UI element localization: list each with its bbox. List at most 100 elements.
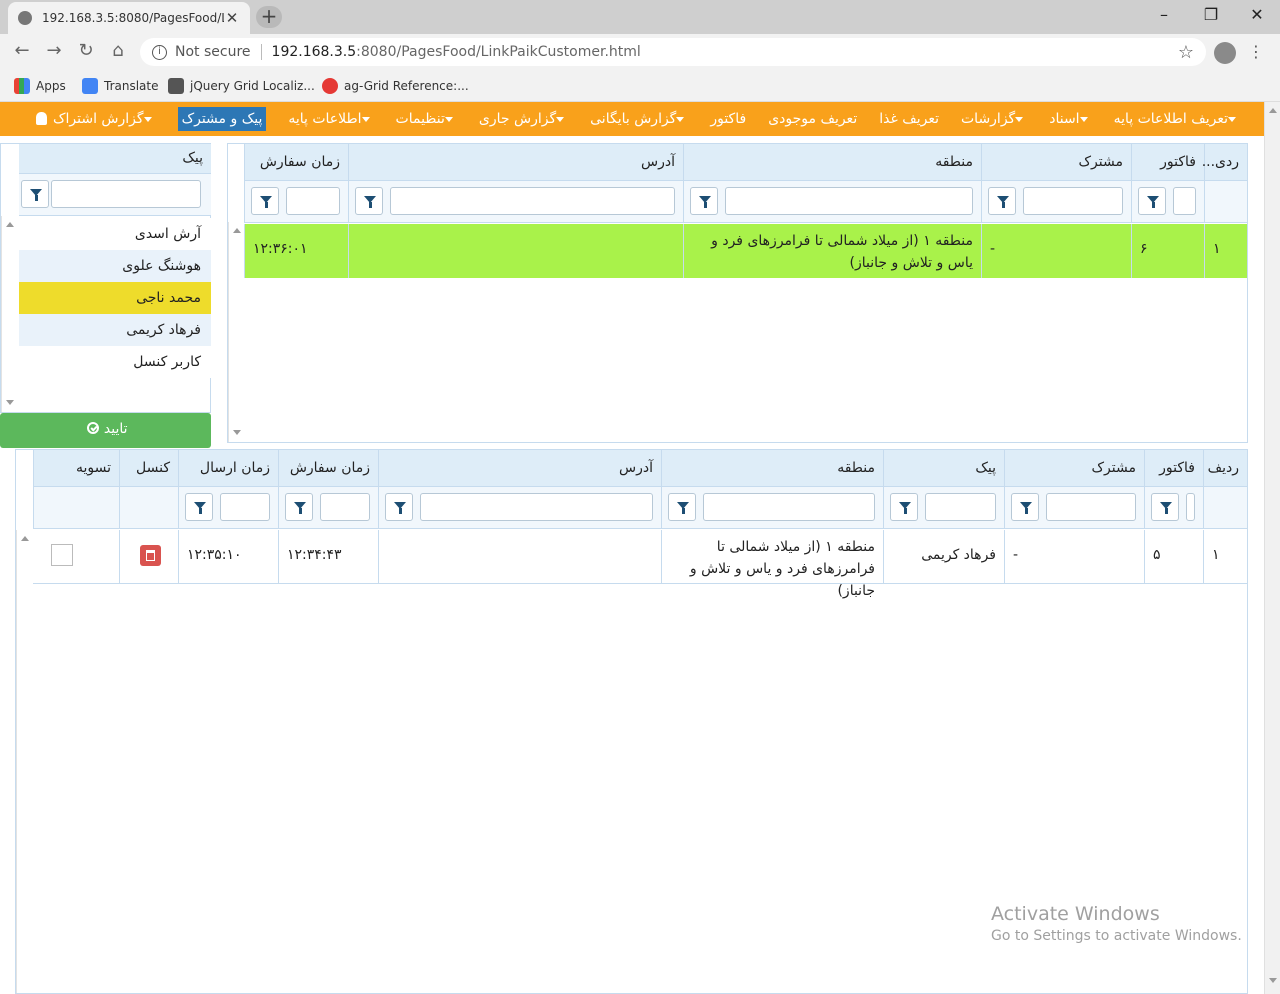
filter-input[interactable] — [320, 493, 370, 521]
column-header[interactable]: منطقه — [661, 450, 883, 486]
minimize-icon[interactable]: – — [1141, 4, 1187, 28]
filter-input[interactable] — [220, 493, 270, 521]
filter-button[interactable] — [185, 493, 213, 521]
filter-button[interactable] — [890, 493, 918, 521]
filter-input[interactable] — [703, 493, 875, 521]
courier-column-header[interactable]: پیک — [19, 144, 211, 174]
bookmark-ag-grid[interactable]: ag-Grid Reference:... — [322, 76, 469, 96]
column-header[interactable]: تسویه — [33, 450, 119, 486]
filter-input[interactable] — [286, 187, 340, 215]
scroll-down-icon[interactable] — [6, 400, 14, 405]
nav-item[interactable]: اسناد — [1049, 111, 1091, 127]
bookmark-star-icon[interactable]: ☆ — [1178, 42, 1194, 63]
column-header[interactable]: مشترک — [1004, 450, 1144, 486]
nav-item[interactable]: گزارش جاری — [479, 111, 568, 127]
scroll-up-icon[interactable] — [233, 228, 241, 233]
scroll-down-icon[interactable] — [233, 430, 241, 435]
assigned-scrollbar[interactable] — [16, 530, 32, 993]
restore-icon[interactable]: ❐ — [1188, 4, 1234, 28]
scroll-up-icon[interactable] — [21, 536, 29, 541]
scroll-down-icon[interactable] — [1269, 978, 1277, 983]
page-scrollbar[interactable] — [1264, 102, 1280, 994]
filter-input[interactable] — [390, 187, 675, 215]
filter-button[interactable] — [690, 187, 718, 215]
nav-item[interactable]: تنظیمات — [396, 111, 457, 127]
nav-item[interactable]: تعریف اطلاعات پایه — [1114, 111, 1240, 127]
filter-input[interactable] — [1046, 493, 1136, 521]
browser-tab[interactable]: 192.168.3.5:8080/PagesFood/Link ✕ — [8, 2, 250, 34]
column-header[interactable]: آدرس — [348, 144, 683, 180]
bookmark-label: Apps — [36, 79, 66, 93]
filter-button[interactable] — [355, 187, 383, 215]
courier-filter-button[interactable] — [21, 180, 49, 208]
nav-item[interactable]: تعریف موجودی — [768, 111, 857, 127]
column-header[interactable]: ردیف — [1203, 450, 1247, 486]
bookmark-jquery[interactable]: jQuery Grid Localiz... — [168, 76, 315, 96]
column-header[interactable]: کنسل — [119, 450, 178, 486]
scroll-up-icon[interactable] — [1269, 108, 1277, 113]
filter-button[interactable] — [988, 187, 1016, 215]
bookmark-apps[interactable]: Apps — [14, 76, 66, 96]
settle-checkbox[interactable] — [51, 544, 73, 566]
info-icon[interactable]: i — [152, 44, 167, 60]
forward-icon[interactable]: → — [41, 40, 67, 64]
filter-button[interactable] — [1138, 187, 1166, 215]
browser-menu-icon[interactable]: ⋮ — [1248, 42, 1264, 64]
cancel-button[interactable] — [140, 545, 161, 566]
courier-list-item[interactable]: فرهاد کریمی — [19, 314, 211, 346]
nav-item[interactable]: گزارش بایگانی — [590, 111, 688, 127]
filter-input[interactable] — [1023, 187, 1123, 215]
orders-scrollbar[interactable] — [228, 222, 244, 442]
table-row[interactable]: ۱ ۵- فرهاد کریمی منطقه ۱ (از میلاد شمالی تا… — [33, 530, 1247, 599]
filter-button[interactable] — [385, 493, 413, 521]
customer-cell: - — [1004, 530, 1144, 583]
profile-icon[interactable] — [1214, 42, 1236, 64]
column-header[interactable]: پیک — [883, 450, 1004, 486]
filter-input[interactable] — [1173, 187, 1196, 215]
filter-button[interactable] — [251, 187, 279, 215]
column-header[interactable]: فاکتور — [1131, 144, 1204, 180]
courier-list-item[interactable]: آرش اسدی — [19, 218, 211, 250]
close-tab-icon[interactable]: ✕ — [224, 9, 240, 27]
column-header[interactable]: زمان ارسال — [178, 450, 278, 486]
nav-item-label: فاکتور — [710, 111, 747, 127]
home-icon[interactable]: ⌂ — [105, 40, 131, 64]
reload-icon[interactable]: ↻ — [73, 40, 99, 64]
scroll-up-icon[interactable] — [6, 222, 14, 227]
column-header[interactable]: منطقه — [683, 144, 981, 180]
filter-input[interactable] — [925, 493, 996, 521]
column-header[interactable]: ردی... — [1202, 144, 1247, 180]
nav-item-label: گزارش بایگانی — [590, 111, 677, 127]
courier-list-item[interactable]: کاربر کنسل — [19, 346, 211, 378]
filter-button[interactable] — [668, 493, 696, 521]
column-header[interactable]: آدرس — [378, 450, 661, 486]
nav-item[interactable]: پیک و مشترک — [177, 107, 267, 131]
column-header[interactable]: مشترک — [981, 144, 1131, 180]
address-bar[interactable]: i Not secure 192.168.3.5:8080/PagesFood/… — [140, 38, 1206, 66]
back-icon[interactable]: ← — [9, 40, 35, 64]
table-row[interactable]: ۱ ۶- منطقه ۱ (از میلاد شمالی تا فرامرزهای … — [244, 224, 1247, 278]
filter-input[interactable] — [420, 493, 653, 521]
filter-button[interactable] — [285, 493, 313, 521]
filter-input[interactable] — [725, 187, 973, 215]
courier-list-item[interactable]: هوشنگ علوی — [19, 250, 211, 282]
column-header[interactable]: فاکتور — [1144, 450, 1203, 486]
new-tab-button[interactable]: + — [256, 6, 282, 28]
filter-button[interactable] — [1151, 493, 1179, 521]
filter-input[interactable] — [1186, 493, 1195, 521]
column-header[interactable]: زمان سفارش — [244, 144, 348, 180]
nav-item[interactable]: فاکتور — [710, 111, 746, 127]
courier-filter-input[interactable] — [51, 180, 201, 208]
bookmark-translate[interactable]: Translate — [82, 76, 159, 96]
close-window-icon[interactable]: ✕ — [1234, 4, 1280, 28]
courier-list-item[interactable]: محمد ناجی — [19, 282, 211, 314]
filter-button[interactable] — [1011, 493, 1039, 521]
nav-item[interactable]: تعریف غذا — [879, 111, 939, 127]
confirm-button[interactable]: تایید — [0, 413, 211, 448]
column-header[interactable]: زمان سفارش — [278, 450, 378, 486]
nav-item[interactable]: گزارش اشتراک — [35, 111, 156, 127]
browser-toolbar: ← → ↻ ⌂ i Not secure 192.168.3.5:8080/Pa… — [0, 34, 1280, 70]
list-scrollbar[interactable] — [1, 216, 17, 412]
nav-item[interactable]: گزارشات — [961, 111, 1027, 127]
nav-item[interactable]: اطلاعات پایه — [288, 111, 373, 127]
